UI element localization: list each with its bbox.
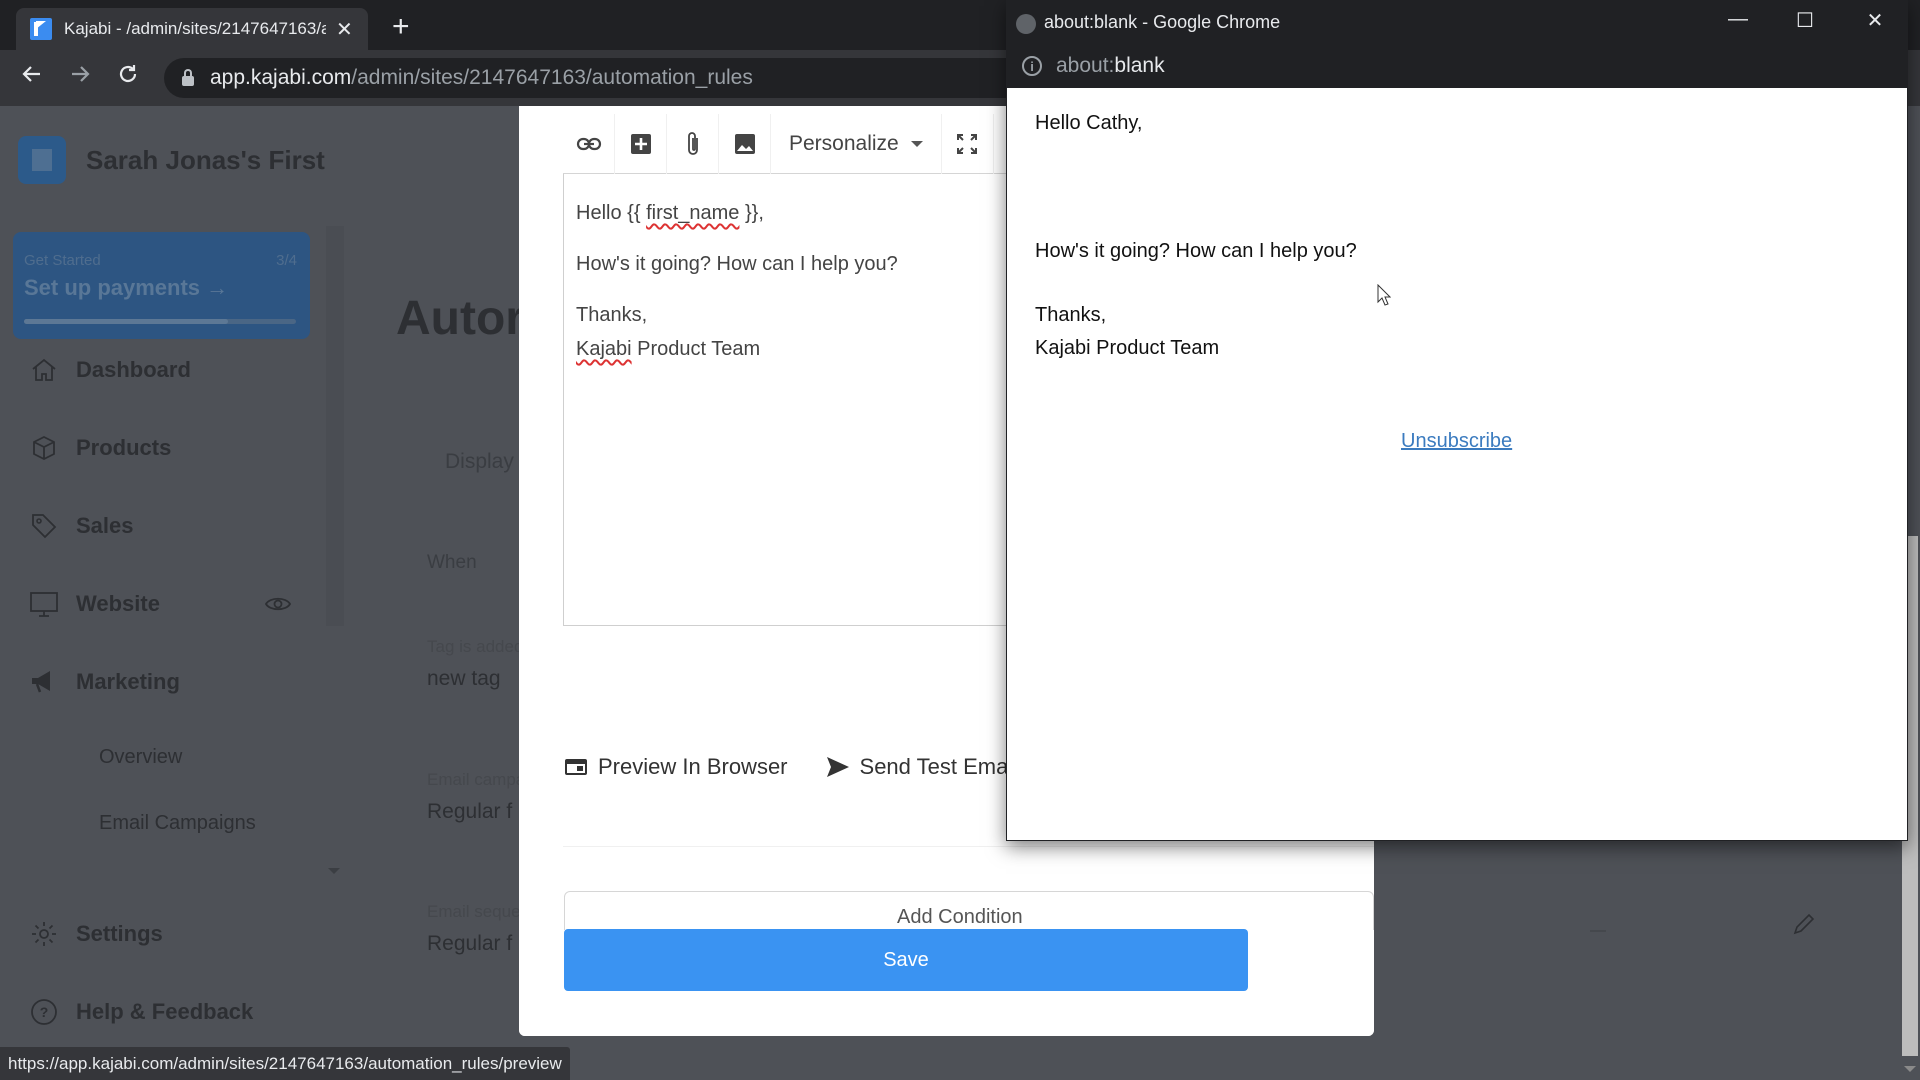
new-tab-button[interactable]: + [392, 10, 410, 44]
monitor-icon [28, 588, 60, 620]
box-icon [28, 432, 60, 464]
get-started-progress-fill [24, 319, 228, 324]
sidebar-item-website[interactable]: Website [28, 588, 160, 620]
campaign-value: Regular f [427, 800, 513, 823]
gear-icon [28, 918, 60, 950]
sidebar-item-marketing[interactable]: Marketing [28, 666, 180, 698]
save-button[interactable]: Save [564, 929, 1248, 991]
reload-icon[interactable] [116, 62, 140, 93]
sidebar-item-products[interactable]: Products [28, 432, 171, 464]
get-started-card[interactable]: Get Started 3/4 Set up payments → [13, 232, 310, 339]
trigger-value: new tag [427, 667, 501, 690]
browser-tab[interactable]: Kajabi - /admin/sites/2147647163/automat… [16, 8, 368, 50]
trigger-label: Tag is added [427, 637, 524, 656]
sidebar: Sarah Jonas's First Get Started 3/4 Set … [0, 106, 344, 1080]
tab-title: Kajabi - /admin/sites/2147647163/automat… [64, 19, 326, 38]
page-title: Autor [396, 292, 524, 345]
eye-icon[interactable] [264, 594, 292, 619]
get-started-label: Get Started [24, 252, 101, 269]
maximize-button[interactable]: ☐ [1790, 8, 1820, 33]
sequence-value: Regular f [427, 932, 513, 955]
popup-url: about:blank [1056, 54, 1165, 77]
megaphone-icon [28, 666, 60, 698]
editor-line-3: Thanks, [576, 304, 648, 326]
sidebar-item-settings[interactable]: Settings [28, 918, 163, 950]
forward-icon[interactable] [68, 62, 92, 93]
home-icon [28, 354, 60, 386]
editor-signature: Kajabi Product Team [576, 338, 761, 360]
preview-greeting: Hello Cathy, [1035, 112, 1143, 134]
preview-signature: Kajabi Product Team [1035, 337, 1220, 359]
email-actions: Preview In Browser Send Test Email [564, 754, 1056, 780]
tag-icon [28, 510, 60, 542]
tab-close-icon[interactable]: ✕ [336, 17, 353, 42]
globe-icon [1016, 14, 1036, 34]
when-label: When [427, 552, 477, 573]
unsubscribe-link[interactable]: Unsubscribe [1401, 430, 1512, 453]
pencil-icon[interactable] [1792, 912, 1816, 941]
mouse-cursor-icon [1377, 283, 1392, 311]
sidebar-item-sales[interactable]: Sales [28, 510, 134, 542]
sidebar-item-help[interactable]: ? Help & Feedback [28, 996, 253, 1028]
editor-line-2: How's it going? How can I help you? [576, 253, 898, 275]
editor-toolbar: Personalize [563, 113, 1019, 174]
empty-value-dash [1590, 930, 1606, 932]
send-test-email-button[interactable]: Send Test Email [826, 754, 1018, 780]
display-label: Display [445, 450, 514, 473]
fullscreen-icon[interactable] [942, 113, 994, 174]
sidebar-subitem-email-campaigns[interactable]: Email Campaigns [99, 812, 256, 835]
svg-text:?: ? [40, 1004, 49, 1020]
insert-block-icon[interactable] [615, 113, 667, 174]
attachment-icon[interactable] [667, 113, 719, 174]
get-started-progress [24, 319, 296, 324]
preview-in-browser-button[interactable]: Preview In Browser [564, 754, 788, 780]
send-icon [826, 757, 849, 777]
browser-window-icon [565, 759, 587, 775]
sidebar-subitem-overview[interactable]: Overview [99, 746, 182, 769]
close-window-button[interactable]: ✕ [1860, 8, 1890, 33]
link-icon[interactable] [563, 113, 615, 174]
personalize-dropdown[interactable]: Personalize [771, 113, 942, 174]
get-started-title: Set up payments → [24, 275, 229, 300]
get-started-count: 3/4 [276, 252, 297, 269]
preview-line-2: How's it going? How can I help you? [1035, 240, 1357, 262]
kajabi-favicon-icon [30, 18, 52, 40]
editor-greeting: Hello {{ first_name }}, [576, 202, 764, 224]
sidebar-scroll-down-icon[interactable] [328, 868, 340, 874]
back-icon[interactable] [20, 62, 44, 93]
popup-address-bar[interactable]: i about:blank [1022, 54, 1165, 78]
help-icon: ? [28, 996, 60, 1028]
url-text: app.kajabi.com/admin/sites/2147647163/au… [210, 66, 753, 89]
lock-icon [182, 69, 194, 86]
chevron-down-icon [910, 140, 923, 147]
kajabi-logo-icon [18, 136, 66, 184]
page-scroll-down-icon[interactable] [1904, 1066, 1916, 1072]
site-brand[interactable]: Sarah Jonas's First [18, 136, 325, 184]
email-body-editor[interactable]: Hello {{ first_name }}, How's it going? … [563, 174, 1063, 626]
info-icon[interactable]: i [1022, 56, 1042, 76]
site-name: Sarah Jonas's First [86, 144, 325, 175]
minimize-button[interactable]: — [1723, 8, 1753, 31]
sidebar-item-dashboard[interactable]: Dashboard [28, 354, 191, 386]
popup-titlebar[interactable]: about:blank - Google Chrome — ☐ ✕ [1006, 0, 1908, 46]
link-status-bar: https://app.kajabi.com/admin/sites/21476… [0, 1047, 570, 1080]
popup-window-title: about:blank - Google Chrome [1044, 12, 1281, 32]
preview-popup-window: about:blank - Google Chrome — ☐ ✕ i abou… [1006, 0, 1908, 841]
sidebar-scrollbar[interactable] [326, 226, 344, 626]
image-icon[interactable] [719, 113, 771, 174]
divider [563, 846, 1374, 847]
email-preview: Hello Cathy, How's it going? How can I h… [1007, 88, 1907, 840]
preview-line-3: Thanks, [1035, 304, 1107, 326]
